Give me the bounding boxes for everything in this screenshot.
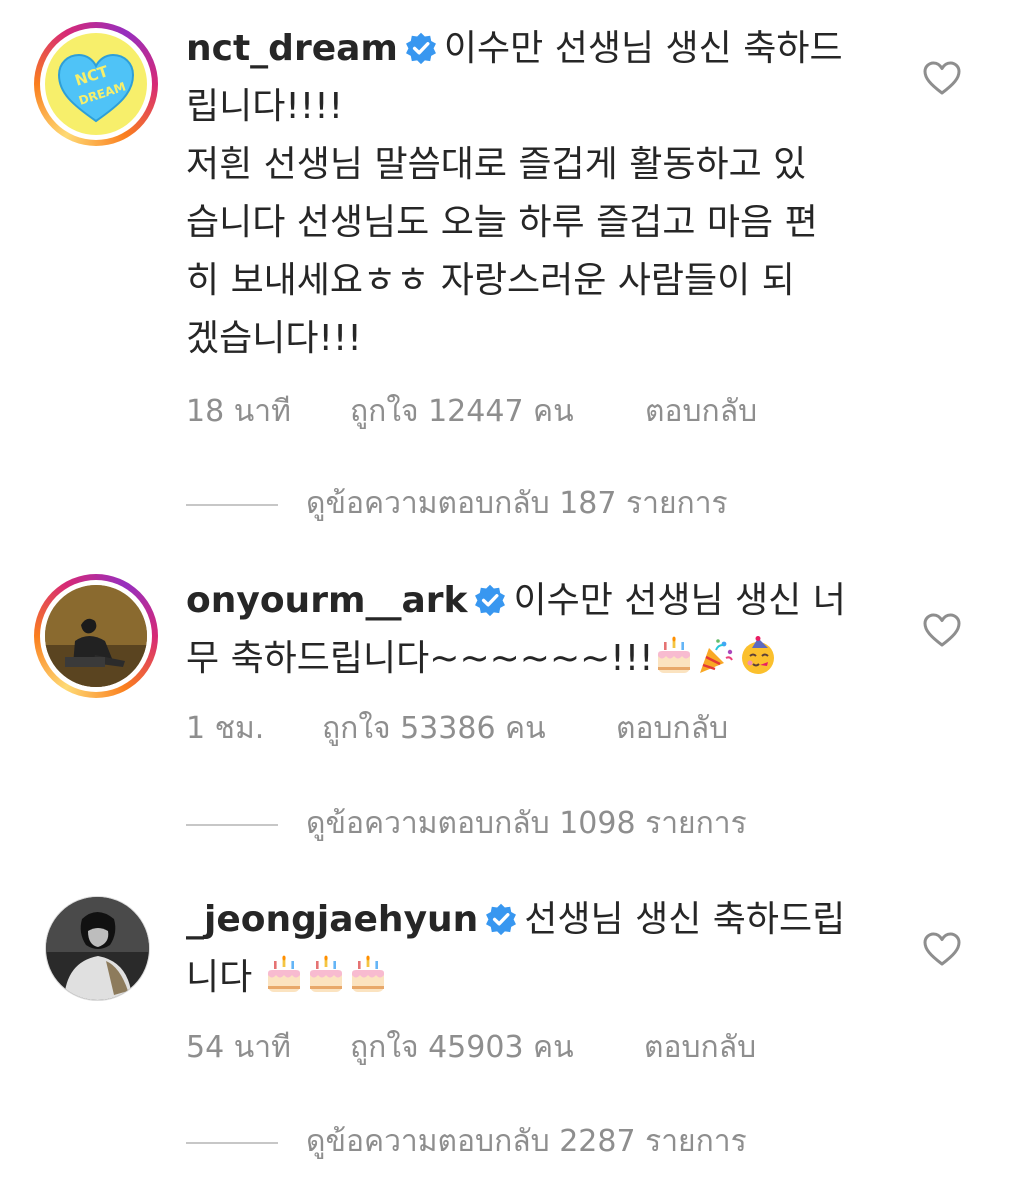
avatar: NCT DREAM [45, 33, 147, 135]
comment-line: 겠습니다!!! [186, 318, 362, 359]
comment-line: 이수만 선생님 생신 너 [513, 580, 846, 621]
comment-line: 립니다!!!! [186, 86, 344, 127]
comment-text: onyourm__ark 이수만 선생님 생신 너 무 축하드립니다~~~~~~!… [186, 572, 886, 688]
comment-line: 이수만 선생님 생신 축하드 [443, 28, 843, 69]
birthday-cake-icon [306, 955, 346, 995]
username[interactable]: onyourm__ark [186, 580, 467, 621]
partying-face-icon [738, 636, 778, 676]
avatar [45, 585, 147, 687]
view-replies-button[interactable]: ดูข้อความตอบกลับ 187 รายการ [186, 480, 728, 527]
user-photo-icon [45, 585, 147, 687]
like-heart-icon[interactable] [922, 931, 962, 967]
view-replies-button[interactable]: ดูข้อความตอบกลับ 1098 รายการ [186, 800, 747, 847]
comment-line: 선생님 생신 축하드립 [524, 899, 846, 940]
party-popper-icon [696, 636, 736, 676]
verified-icon [473, 583, 507, 617]
comment-meta: 54 นาที ถูกใจ 45903 คน ตอบกลับ [186, 1024, 756, 1071]
reply-button[interactable]: ตอบกลับ [644, 1024, 756, 1071]
divider-line [186, 823, 278, 826]
avatar[interactable] [45, 896, 150, 1001]
verified-icon [404, 31, 438, 65]
comment-line: 무 축하드립니다~~~~~~!!! [186, 638, 654, 679]
verified-icon [484, 902, 518, 936]
like-heart-icon[interactable] [922, 612, 962, 648]
comment-meta: 1 ชม. ถูกใจ 53386 คน ตอบกลับ [186, 705, 728, 752]
username[interactable]: nct_dream [186, 28, 398, 69]
avatar-story-ring[interactable] [34, 574, 158, 698]
divider-line [186, 1141, 278, 1144]
nct-dream-logo-icon: NCT DREAM [57, 53, 135, 123]
view-replies-label: ดูข้อความตอบกลับ 187 รายการ [306, 486, 728, 521]
reply-button[interactable]: ตอบกลับ [645, 388, 757, 435]
timestamp: 1 ชม. [186, 711, 265, 746]
like-heart-icon[interactable] [922, 60, 962, 96]
timestamp: 18 นาที [186, 394, 291, 429]
like-count[interactable]: ถูกใจ 53386 คน [322, 705, 616, 752]
comment-text: nct_dream 이수만 선생님 생신 축하드 립니다!!!! 저흰 선생님 말… [186, 20, 886, 368]
username[interactable]: _jeongjaehyun [186, 899, 478, 940]
comment-line: 니다 [186, 957, 253, 998]
like-count[interactable]: ถูกใจ 45903 คน [350, 1024, 644, 1071]
reply-button[interactable]: ตอบกลับ [616, 705, 728, 752]
view-replies-label: ดูข้อความตอบกลับ 2287 รายการ [306, 1124, 747, 1159]
birthday-cake-icon [654, 636, 694, 676]
comment-meta: 18 นาที ถูกใจ 12447 คน ตอบกลับ [186, 388, 757, 435]
birthday-cake-icon [264, 955, 304, 995]
user-photo-icon [46, 897, 149, 1000]
comment-line: 히 보내세요ㅎㅎ 자랑스러운 사람들이 되 [186, 260, 795, 301]
timestamp: 54 นาที [186, 1030, 291, 1065]
avatar-story-ring[interactable]: NCT DREAM [34, 22, 158, 146]
comment-line: 습니다 선생님도 오늘 하루 즐겁고 마음 편 [186, 202, 818, 243]
comment-line: 저흰 선생님 말씀대로 즐겁게 활동하고 있 [186, 144, 807, 185]
birthday-cake-icon [348, 955, 388, 995]
view-replies-button[interactable]: ดูข้อความตอบกลับ 2287 รายการ [186, 1118, 747, 1165]
view-replies-label: ดูข้อความตอบกลับ 1098 รายการ [306, 806, 747, 841]
comment-text: _jeongjaehyun 선생님 생신 축하드립 니다 [186, 891, 886, 1007]
like-count[interactable]: ถูกใจ 12447 คน [350, 388, 645, 435]
divider-line [186, 503, 278, 506]
